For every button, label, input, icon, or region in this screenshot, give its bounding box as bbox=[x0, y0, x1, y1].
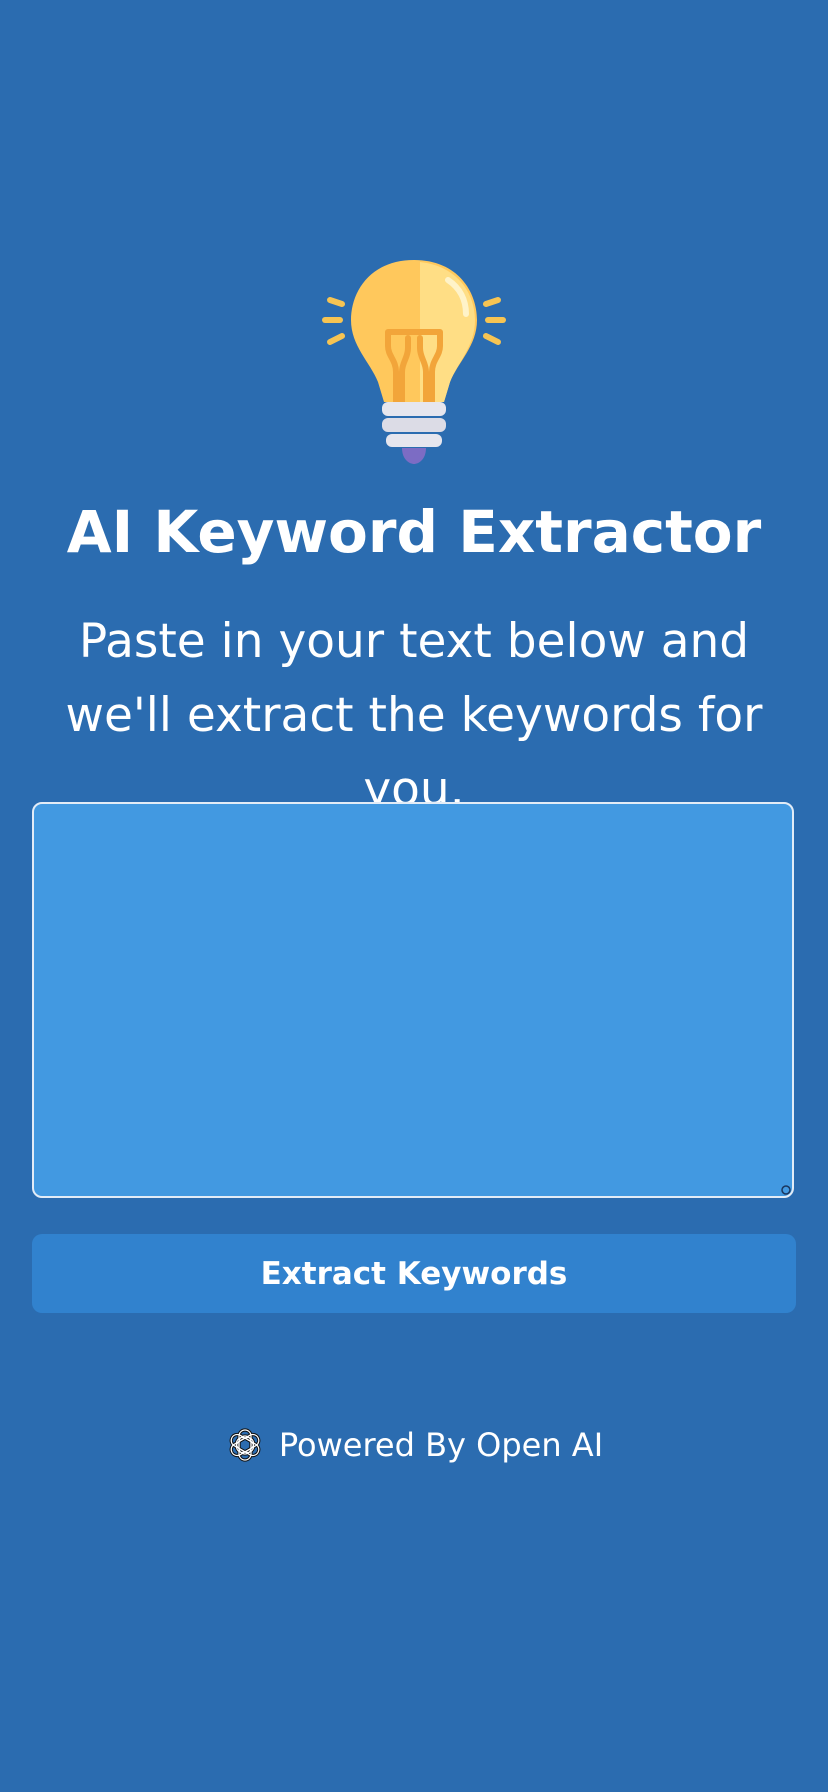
powered-by-text: Powered By Open AI bbox=[278, 1426, 604, 1464]
footer: Powered By Open AI bbox=[0, 1420, 828, 1470]
extract-keywords-button[interactable]: Extract Keywords bbox=[32, 1234, 796, 1313]
resize-handle-icon[interactable] bbox=[780, 1184, 792, 1196]
page-title: AI Keyword Extractor bbox=[66, 498, 762, 566]
page-subtitle: Paste in your text below and we'll extra… bbox=[65, 614, 763, 817]
lightbulb-icon bbox=[322, 260, 506, 464]
openai-logo-icon bbox=[229, 1428, 261, 1462]
text-input[interactable] bbox=[32, 802, 794, 1198]
